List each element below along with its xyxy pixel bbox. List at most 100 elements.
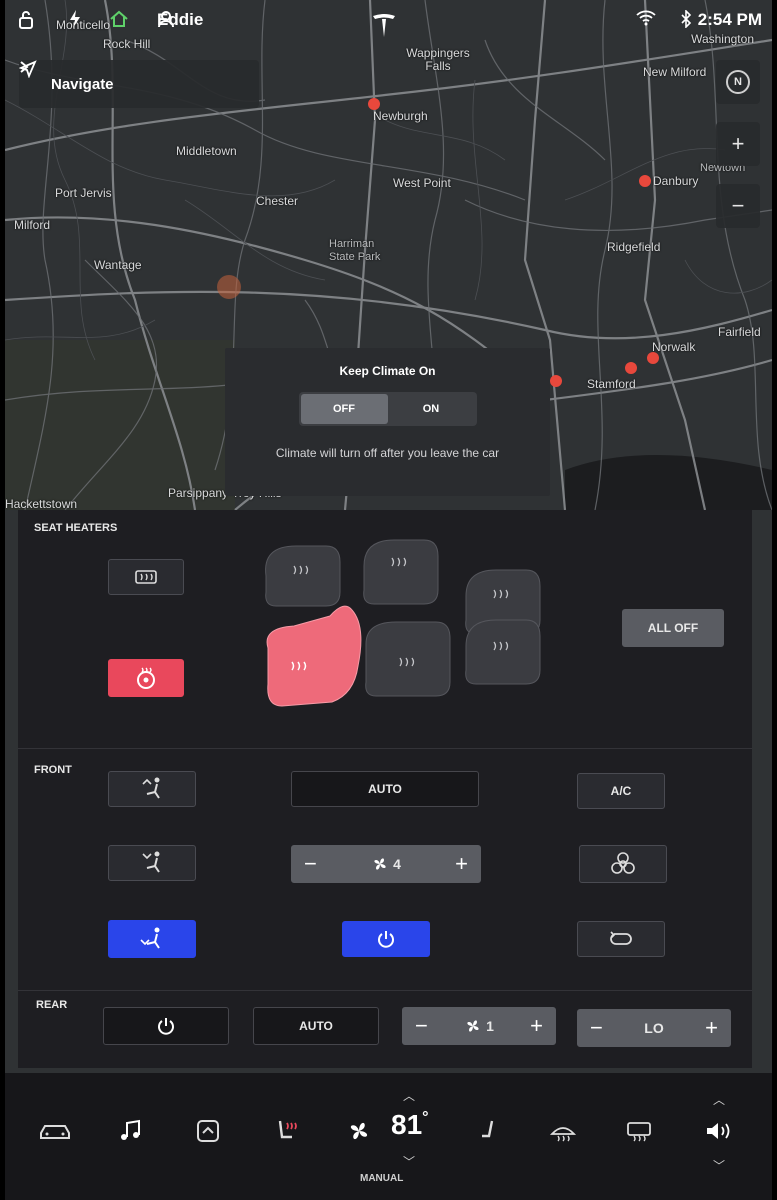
- driver-profile[interactable]: Eddie: [157, 10, 203, 30]
- front-fan-decrease-button[interactable]: −: [304, 851, 317, 877]
- divider: [18, 990, 752, 991]
- navigate-label: Navigate: [51, 75, 114, 93]
- climate-on-option[interactable]: ON: [388, 394, 475, 424]
- map-label: Middletown: [176, 144, 237, 158]
- seat-rear-left: [265, 545, 341, 607]
- seat-rear-middle: [363, 539, 439, 605]
- rear-temperature-stepper: − LO +: [577, 1009, 731, 1047]
- rear-fan-decrease-button[interactable]: −: [415, 1013, 428, 1039]
- airflow-bilevel-button[interactable]: [108, 845, 196, 881]
- compass-icon: N: [726, 70, 750, 94]
- bottom-dock: ︿ 81° ﹀ MANUAL ︿ ﹀: [5, 1073, 772, 1200]
- seat-heaters-all-off-button[interactable]: ALL OFF: [622, 609, 724, 647]
- volume-up-chevron-icon[interactable]: ︿: [713, 1091, 725, 1108]
- navigate-card[interactable]: Navigate: [19, 60, 259, 108]
- rear-defrost-icon[interactable]: [619, 1113, 659, 1149]
- map-label: Stamford: [587, 377, 636, 391]
- popup-message: Climate will turn off after you leave th…: [275, 446, 500, 460]
- airflow-feet-icon: [140, 927, 160, 949]
- person-icon: [158, 11, 174, 28]
- front-fan-display: 4: [371, 855, 401, 873]
- map-label: Fairfield: [718, 325, 761, 339]
- front-auto-button[interactable]: AUTO: [291, 771, 479, 807]
- app-launcher-icon[interactable]: [188, 1113, 228, 1149]
- volume-down-chevron-icon[interactable]: ﹀: [713, 1157, 725, 1174]
- recirculation-button[interactable]: [577, 921, 665, 957]
- front-climate-power-button[interactable]: [342, 921, 430, 957]
- map-label: West Point: [393, 176, 451, 190]
- map-label: Harriman State Park: [329, 238, 381, 263]
- front-fan-speed: 4: [393, 856, 401, 872]
- rear-climate-power-button[interactable]: [103, 1007, 229, 1045]
- rear-auto-button[interactable]: AUTO: [253, 1007, 379, 1045]
- map-label: Hackettstown: [5, 497, 78, 511]
- bioweapon-defense-button[interactable]: [579, 845, 667, 883]
- seat-map: [204, 526, 564, 736]
- keep-climate-toggle: OFF ON: [298, 392, 477, 426]
- map-label: Washington: [691, 32, 754, 46]
- passenger-seat-heater-icon[interactable]: [470, 1113, 510, 1149]
- rear-temp-increase-button[interactable]: +: [705, 1015, 718, 1041]
- clock: 2:54 PM: [697, 10, 762, 29]
- map-label: Wappingers Falls: [406, 46, 470, 73]
- fan-icon[interactable]: [339, 1113, 379, 1149]
- zoom-out-button[interactable]: −: [716, 184, 760, 228]
- map-label: Milford: [14, 218, 51, 232]
- degree-symbol: °: [422, 1109, 429, 1126]
- rear-fan-increase-button[interactable]: +: [530, 1013, 543, 1039]
- driver-seat-heater-icon[interactable]: [267, 1113, 307, 1149]
- rear-fan-speed-stepper: − 1 +: [402, 1007, 556, 1045]
- temp-down-chevron-icon[interactable]: ﹀: [403, 1153, 415, 1170]
- rear-title: REAR: [36, 999, 68, 1011]
- seat-diagram: [265, 539, 541, 707]
- steering-wheel-heater-button[interactable]: [108, 659, 184, 697]
- ac-button[interactable]: A/C: [577, 773, 665, 809]
- map-label: Wantage: [94, 258, 142, 272]
- front-fan-increase-button[interactable]: +: [455, 851, 468, 877]
- rear-temp-display: LO: [644, 1020, 664, 1036]
- airflow-face-button[interactable]: [108, 771, 196, 807]
- compass-button[interactable]: N: [716, 60, 760, 104]
- climate-mode-label: MANUAL: [360, 1173, 404, 1184]
- recirculation-icon: [610, 931, 632, 945]
- map-label: Danbury: [653, 174, 699, 188]
- temp-up-chevron-icon[interactable]: ︿: [403, 1087, 415, 1104]
- front-fan-speed-stepper: − 4 +: [291, 845, 481, 883]
- chevron-right-icon: [20, 61, 29, 73]
- map-label: Newburgh: [373, 109, 428, 123]
- climate-off-option[interactable]: OFF: [300, 394, 388, 424]
- seat-heaters-title: SEAT HEATERS: [34, 522, 118, 534]
- rear-temp-decrease-button[interactable]: −: [590, 1015, 603, 1041]
- fan-icon: [467, 1020, 479, 1032]
- airflow-face-icon: [142, 777, 160, 799]
- map-label: New Milford: [643, 65, 707, 79]
- map-label: Norwalk: [652, 340, 696, 354]
- divider: [18, 748, 752, 749]
- volume-icon[interactable]: [699, 1113, 739, 1149]
- rear-fan-speed: 1: [486, 1018, 494, 1034]
- front-title: FRONT: [34, 764, 72, 776]
- rear-defrost-icon: [135, 570, 157, 584]
- rear-defrost-button[interactable]: [108, 559, 184, 595]
- map-label: Chester: [256, 194, 299, 208]
- keep-climate-popup: Keep Climate On OFF ON Climate will turn…: [225, 348, 550, 496]
- status-bar: Eddie 2:54 PM Washington: [5, 10, 772, 46]
- music-icon[interactable]: [111, 1113, 151, 1149]
- power-icon: [378, 931, 394, 948]
- climate-panel: SEAT HEATERS ALL OFF FRONT AUTO A/C − 4 …: [18, 510, 752, 1068]
- seat-front-passenger: [365, 621, 451, 697]
- car-icon[interactable]: [35, 1113, 75, 1149]
- power-icon: [158, 1018, 174, 1035]
- cabin-temperature-value: 81: [391, 1109, 423, 1140]
- biohazard-icon: [611, 852, 635, 874]
- seat-driver-heated: [266, 605, 362, 707]
- tesla-screen: Monticello Rock Hill Wappingers Falls Ne…: [5, 0, 772, 1200]
- zoom-in-button[interactable]: +: [716, 122, 760, 166]
- map-label: Ridgefield: [607, 240, 661, 254]
- airflow-feet-button[interactable]: [108, 920, 196, 958]
- cabin-temperature: 81°: [391, 1109, 429, 1141]
- seat-rear-right: [465, 619, 541, 685]
- airflow-bilevel-icon: [142, 851, 160, 873]
- front-defrost-icon[interactable]: [543, 1113, 583, 1149]
- fan-icon: [374, 858, 386, 870]
